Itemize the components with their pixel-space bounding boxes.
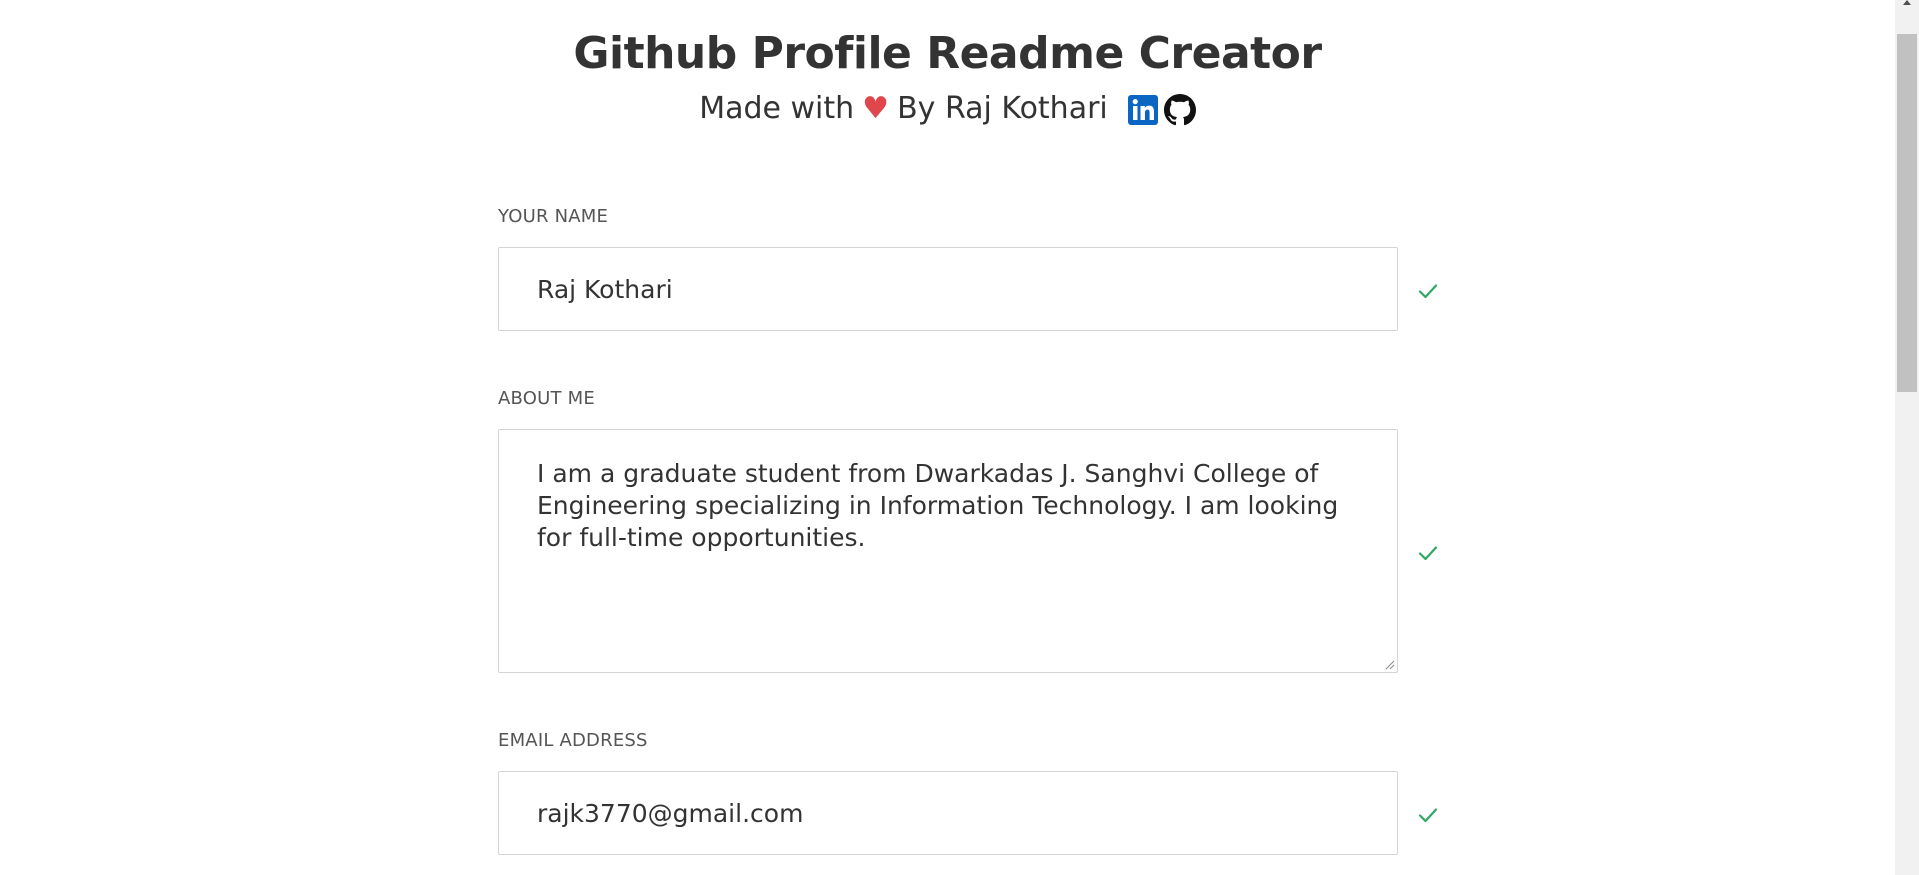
heart-icon: ♥: [862, 90, 890, 126]
name-field-group: YOUR NAME: [498, 206, 1398, 331]
vertical-scrollbar[interactable]: [1895, 0, 1919, 875]
page-title: Github Profile Readme Creator: [573, 28, 1322, 79]
author-text: By Raj Kothari: [897, 90, 1108, 126]
made-with-text: Made with: [699, 90, 855, 126]
about-label: ABOUT ME: [498, 388, 595, 409]
name-input[interactable]: [499, 248, 1397, 330]
scrollbar-thumb[interactable]: [1897, 34, 1917, 392]
name-field-box: [498, 247, 1398, 331]
github-icon[interactable]: [1163, 94, 1196, 126]
about-valid-check-icon: [1418, 546, 1438, 561]
subtitle: Made with ♥ By Raj Kothari: [0, 90, 1895, 126]
about-field-group: ABOUT ME I am a graduate student from Dw…: [498, 388, 1398, 673]
email-field-group: EMAIL ADDRESS: [498, 730, 1398, 855]
email-valid-check-icon: [1418, 808, 1438, 823]
email-label: EMAIL ADDRESS: [498, 730, 648, 751]
name-valid-check-icon: [1418, 284, 1438, 299]
linkedin-icon[interactable]: [1127, 94, 1159, 126]
scroll-up-arrow-icon[interactable]: [1903, 0, 1911, 5]
page: Github Profile Readme Creator Made with …: [0, 0, 1919, 875]
name-label: YOUR NAME: [498, 206, 609, 227]
about-field-box: I am a graduate student from Dwarkadas J…: [498, 429, 1398, 673]
about-textarea[interactable]: I am a graduate student from Dwarkadas J…: [499, 430, 1397, 672]
email-field-box: [498, 771, 1398, 855]
email-input[interactable]: [499, 772, 1397, 854]
resize-grip-icon[interactable]: [1383, 658, 1395, 670]
